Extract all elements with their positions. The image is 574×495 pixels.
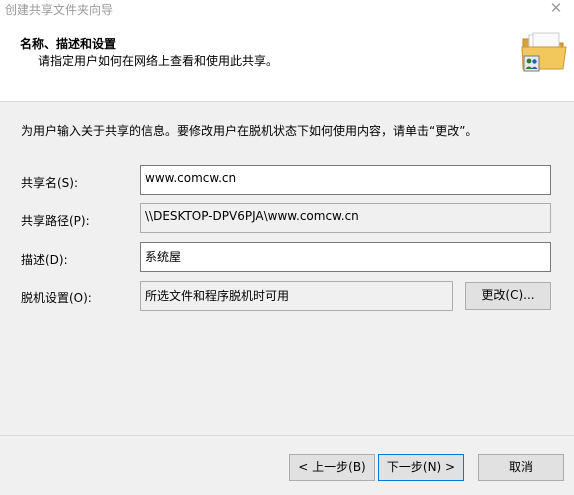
description-label: 描述(D): [21,253,68,267]
header-subtitle: 请指定用户如何在网络上查看和使用此共享。 [38,54,279,68]
shared-folder-icon [521,32,567,72]
footer-separator [0,435,574,436]
close-icon[interactable]: ✕ [546,0,566,18]
description-input[interactable]: 系统屋 [140,242,551,272]
header-title: 名称、描述和设置 [20,37,117,51]
cancel-button[interactable]: 取消 [478,454,564,481]
header-separator [0,101,574,102]
offline-settings-label: 脱机设置(O): [21,291,92,305]
intro-text: 为用户输入关于共享的信息。要修改用户在脱机状态下如何使用内容，请单击“更改”。 [21,124,478,138]
share-name-input[interactable]: www.comcw.cn [140,165,551,195]
change-offline-button[interactable]: 更改(C)... [465,282,551,310]
offline-settings-field: 所选文件和程序脱机时可用 [140,281,453,311]
title-bar: 创建共享文件夹向导 ✕ [0,0,574,20]
create-shared-folder-wizard: 创建共享文件夹向导 ✕ 名称、描述和设置 请指定用户如何在网络上查看和使用此共享… [0,0,574,495]
next-button[interactable]: 下一步(N) > [378,454,464,481]
window-title: 创建共享文件夹向导 [5,3,114,17]
back-button[interactable]: < 上一步(B) [289,454,375,481]
wizard-header: 名称、描述和设置 请指定用户如何在网络上查看和使用此共享。 [0,20,574,101]
share-name-label: 共享名(S): [21,176,79,190]
share-path-label: 共享路径(P): [21,214,90,228]
share-path-field: \\DESKTOP-DPV6PJA\www.comcw.cn [140,203,551,233]
